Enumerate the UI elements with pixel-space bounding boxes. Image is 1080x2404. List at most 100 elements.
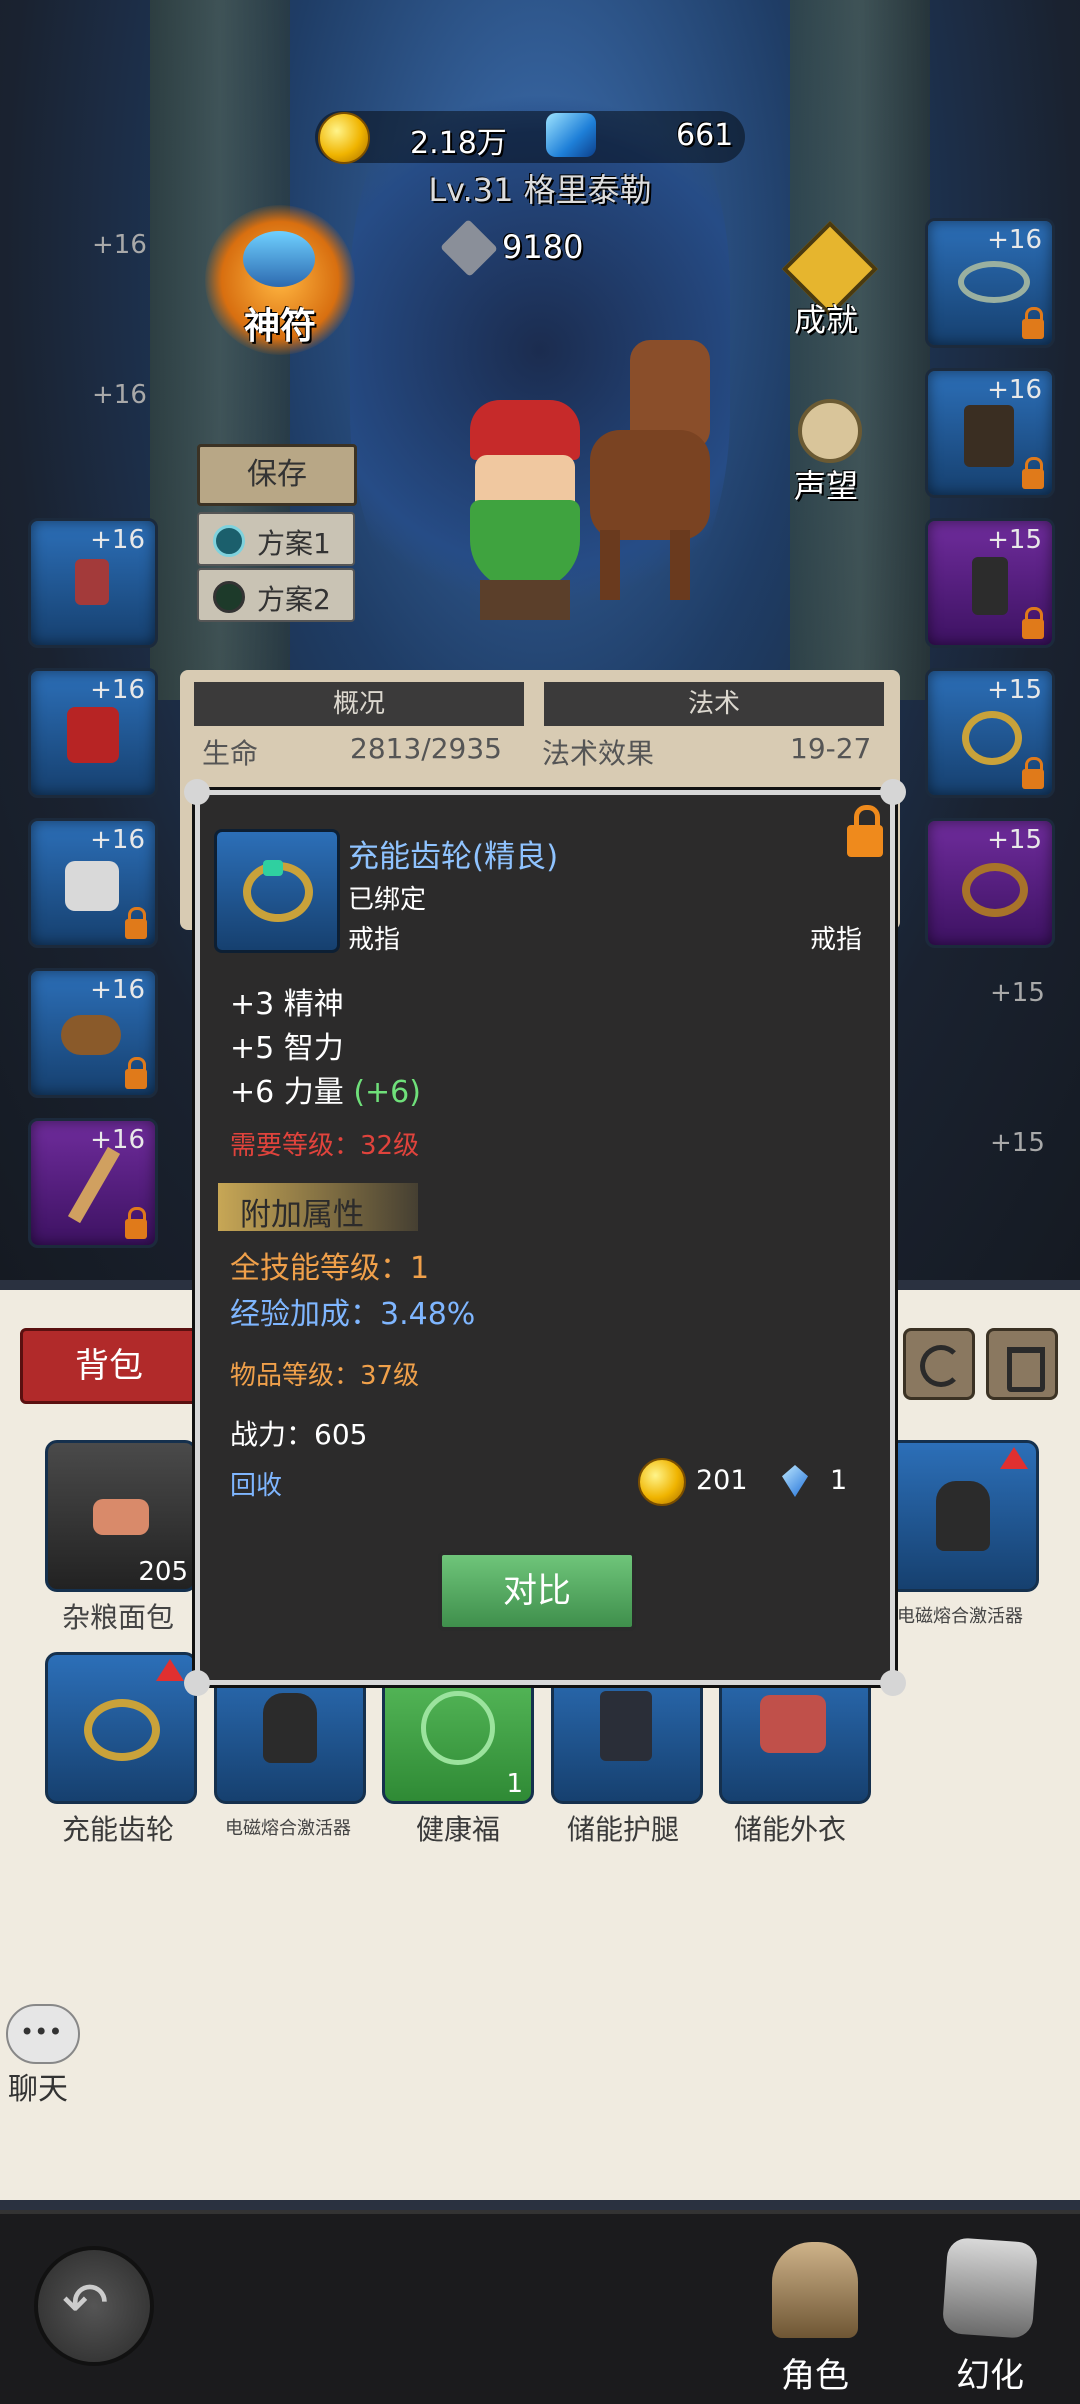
- dagger-icon: [67, 1146, 121, 1224]
- chat-label: 聊天: [8, 2072, 68, 2107]
- lock-icon: [1022, 457, 1044, 489]
- stat-intellect: +5 智力: [230, 1031, 344, 1066]
- gold-coin-icon: [638, 1458, 686, 1506]
- padlock-icon: [847, 825, 883, 857]
- rune-button[interactable]: 神符: [205, 205, 355, 355]
- spell-effect-label: 法术效果: [542, 737, 655, 770]
- reputation-label: 声望: [793, 467, 858, 505]
- upgrade-arrow-icon: [1000, 1447, 1028, 1469]
- power-value: 9180: [502, 228, 584, 266]
- item-name: 电磁熔合激活器: [897, 1606, 1023, 1627]
- fist-badge-icon: [798, 399, 862, 463]
- life-value: 2813/2935: [350, 732, 502, 765]
- fortune-icon: [421, 1691, 495, 1765]
- ring-icon: [962, 711, 1022, 765]
- achievement-button[interactable]: 成就: [776, 220, 879, 345]
- trash-icon: [1007, 1347, 1045, 1392]
- extra-stat-all-skills: 全技能等级：1: [230, 1251, 430, 1286]
- slot-level: +16: [987, 375, 1042, 405]
- lock-icon: [125, 907, 147, 939]
- armor-icon: [67, 707, 119, 763]
- illusion-icon: [941, 2236, 1039, 2340]
- nav-tab-role[interactable]: 角色: [742, 2228, 888, 2400]
- item-title: 充能齿轮(精良): [348, 839, 559, 875]
- upgrade-arrow-icon: [156, 1659, 184, 1681]
- right-slot-6-level: +15: [990, 978, 1045, 1008]
- nav-role-label: 角色: [781, 2356, 849, 2396]
- equip-slot-weapon[interactable]: +16: [28, 1118, 158, 1248]
- player-name-level: Lv.31 格里泰勒: [428, 171, 652, 209]
- compare-button[interactable]: 对比: [438, 1551, 636, 1631]
- item-name: 杂粮面包: [61, 1601, 174, 1634]
- slot-level: +16: [90, 525, 145, 555]
- recycle-link[interactable]: 回收: [230, 1465, 282, 1502]
- ring-icon: [962, 863, 1028, 917]
- sort-button[interactable]: [903, 1328, 975, 1400]
- equip-slot-ring2[interactable]: +15: [925, 818, 1055, 948]
- item-count: 1: [506, 1769, 523, 1799]
- lock-toggle-button[interactable]: [844, 803, 886, 861]
- plan1-label: 方案1: [257, 527, 331, 560]
- diamond-icon: [782, 1465, 808, 1497]
- equip-slot-bracer[interactable]: +16: [28, 968, 158, 1098]
- item-power: 战力：605: [230, 1418, 368, 1451]
- bag-item-bread[interactable]: 205: [45, 1440, 197, 1592]
- reputation-button[interactable]: 声望: [776, 395, 876, 505]
- chat-button[interactable]: •••: [6, 2004, 80, 2064]
- plan2-button[interactable]: 方案2: [197, 568, 355, 622]
- pillar-right: [790, 0, 930, 700]
- equip-slot-armor[interactable]: +16: [28, 668, 158, 798]
- right-slot-7-level: +15: [990, 1128, 1045, 1158]
- refresh-icon: [920, 1345, 962, 1387]
- extra-attributes-header: 附加属性: [240, 1197, 364, 1233]
- legguards-icon: [600, 1691, 652, 1761]
- nav-tab-illusion[interactable]: 幻化: [915, 2228, 1065, 2400]
- lock-icon: [1022, 757, 1044, 789]
- bag-item-gear-ring[interactable]: [45, 1652, 197, 1804]
- recycle-bin-button[interactable]: [986, 1328, 1058, 1400]
- item-detail-modal: 充能齿轮(精良) 已绑定 戒指 戒指 +3 精神 +5 智力 +6 力量 (+6…: [184, 779, 906, 1696]
- equip-slot-pants[interactable]: +16: [925, 368, 1055, 498]
- spell-header: 法术: [544, 682, 884, 726]
- required-level: 需要等级：32级: [230, 1131, 420, 1161]
- gem-icon: [546, 113, 596, 157]
- modal-corner: [184, 779, 210, 805]
- plan2-radio-icon: [213, 581, 245, 613]
- save-button[interactable]: 保存: [197, 444, 357, 506]
- lock-icon: [125, 1057, 147, 1089]
- chat-dots-icon: •••: [20, 2018, 63, 2046]
- sell-gem-value: 1: [830, 1465, 848, 1496]
- lock-icon: [1022, 307, 1044, 339]
- bread-icon: [93, 1499, 149, 1535]
- plan1-button[interactable]: 方案1: [197, 512, 355, 566]
- slot-level: +15: [987, 675, 1042, 705]
- bag-item-activator[interactable]: [887, 1440, 1039, 1592]
- modal-corner: [880, 1670, 906, 1696]
- back-button[interactable]: ↶: [34, 2246, 154, 2366]
- necklace-icon: [958, 261, 1030, 303]
- slot-level: +15: [987, 825, 1042, 855]
- extra-attributes-banner: 附加属性: [218, 1183, 418, 1233]
- rune-icon: [243, 231, 315, 287]
- gold-amount: 2.18万: [410, 126, 507, 161]
- ring-icon: [84, 1699, 160, 1761]
- lock-icon: [125, 1207, 147, 1239]
- gold-coin-icon: [318, 112, 370, 164]
- coat-icon: [760, 1695, 826, 1753]
- slot-level: +15: [987, 525, 1042, 555]
- equip-slot-necklace[interactable]: +16: [925, 218, 1055, 348]
- equip-slot-cloak[interactable]: +16: [28, 518, 158, 648]
- left-slot-1-level: +16: [92, 230, 147, 260]
- horse-pet: [590, 340, 730, 610]
- equip-slot-shirt[interactable]: +16: [28, 818, 158, 948]
- plan2-label: 方案2: [257, 583, 331, 616]
- overview-header: 概况: [194, 682, 524, 726]
- equip-slot-boots[interactable]: +15: [925, 518, 1055, 648]
- nav-illusion-label: 幻化: [956, 2356, 1024, 2396]
- equip-slot-ring1[interactable]: +15: [925, 668, 1055, 798]
- bag-tab[interactable]: 背包: [20, 1328, 198, 1404]
- achievement-label: 成就: [793, 301, 858, 339]
- life-label: 生命: [202, 737, 259, 770]
- boots-icon: [972, 557, 1008, 615]
- shirt-icon: [65, 861, 119, 911]
